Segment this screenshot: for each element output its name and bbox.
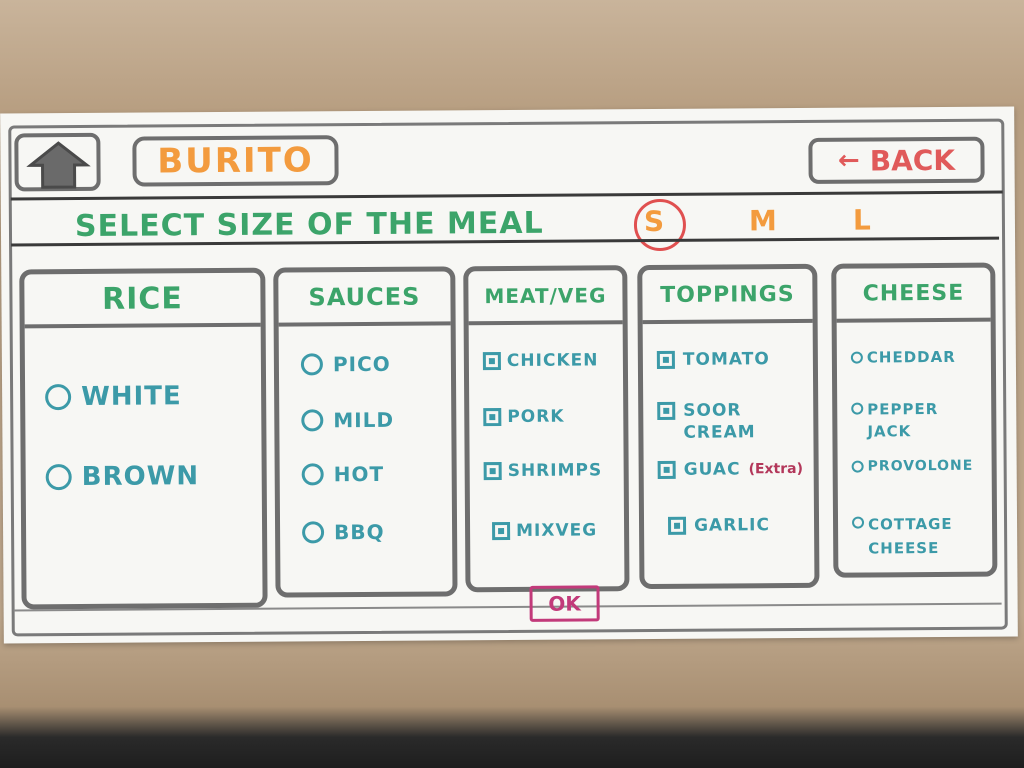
sauce-option-mild[interactable]: MILD bbox=[301, 408, 394, 433]
paper-prototype-board: BURITO ← BACK SELECT SIZE OF THE MEAL S … bbox=[0, 106, 1018, 644]
cheese-option-cheddar[interactable]: CHEDDAR bbox=[850, 347, 956, 367]
size-prompt: SELECT SIZE OF THE MEAL bbox=[74, 205, 544, 245]
meat-option-chicken[interactable]: CHICKEN bbox=[482, 350, 599, 372]
meat-option-mixveg[interactable]: MIXVEG bbox=[492, 520, 597, 541]
panel-rice: RICE WHITE BROWN bbox=[19, 267, 268, 610]
radio-button[interactable] bbox=[851, 460, 864, 473]
sauce-option-label: PICO bbox=[332, 351, 391, 377]
radio-button[interactable] bbox=[45, 464, 72, 491]
sauce-option-pico[interactable]: PICO bbox=[300, 351, 391, 377]
sauce-option-label: MILD bbox=[333, 407, 395, 433]
topping-option-label: TOMATO bbox=[682, 349, 770, 370]
topping-option-label: GUAC bbox=[683, 459, 741, 480]
radio-button[interactable] bbox=[851, 402, 864, 415]
rice-option-label: BROWN bbox=[81, 461, 200, 492]
radio-button[interactable] bbox=[301, 409, 324, 432]
checkbox[interactable] bbox=[483, 462, 502, 481]
cheese-option-pepper-jack[interactable]: PEPPER JACK bbox=[851, 398, 961, 443]
ok-button[interactable]: OK bbox=[529, 585, 600, 622]
checkbox[interactable] bbox=[667, 516, 687, 535]
size-option-s[interactable]: S bbox=[644, 205, 664, 238]
radio-button[interactable] bbox=[302, 521, 325, 544]
checkbox[interactable] bbox=[492, 521, 511, 541]
cheese-option-label: COTTAGE CHEESE bbox=[867, 514, 953, 558]
back-button-label: BACK bbox=[869, 143, 956, 177]
checkbox[interactable] bbox=[657, 460, 676, 479]
extra-charge-note: (Extra) bbox=[748, 460, 804, 478]
home-icon bbox=[26, 141, 91, 189]
sauce-option-hot[interactable]: HOT bbox=[301, 461, 385, 487]
topping-option-label: SOOR CREAM bbox=[683, 400, 756, 443]
meat-option-pork[interactable]: PORK bbox=[483, 406, 565, 428]
radio-button[interactable] bbox=[850, 351, 863, 364]
panel-toppings-title: TOPPINGS bbox=[642, 268, 813, 325]
sauce-option-label: HOT bbox=[333, 461, 385, 487]
ok-button-label: OK bbox=[548, 591, 581, 616]
home-button[interactable] bbox=[14, 132, 101, 192]
meat-option-label: MIXVEG bbox=[516, 520, 598, 541]
checkbox[interactable] bbox=[482, 352, 501, 371]
topping-option-tomato[interactable]: TOMATO bbox=[656, 349, 770, 370]
meat-option-shrimps[interactable]: SHRIMPS bbox=[483, 460, 603, 482]
meat-option-label: PORK bbox=[507, 406, 565, 428]
panel-toppings: TOPPINGS TOMATO SOOR CREAM GUAC (Extra) … bbox=[637, 263, 820, 590]
panel-meat-veg: MEAT/VEG CHICKEN PORK SHRIMPS MIXVEG bbox=[463, 265, 630, 593]
checkbox[interactable] bbox=[656, 350, 675, 369]
page-title: BURITO bbox=[157, 140, 314, 182]
meat-option-label: CHICKEN bbox=[506, 350, 599, 372]
topping-option-soor-cream[interactable]: SOOR CREAM bbox=[657, 399, 777, 444]
topping-option-label: GARLIC bbox=[693, 515, 770, 536]
size-option-m[interactable]: M bbox=[749, 204, 777, 237]
back-button[interactable]: ← BACK bbox=[808, 136, 985, 184]
page-title-box: BURITO bbox=[132, 135, 339, 187]
rice-option-label: WHITE bbox=[81, 381, 182, 412]
rice-option-brown[interactable]: BROWN bbox=[45, 461, 200, 492]
cheese-option-cottage-cheese[interactable]: COTTAGE CHEESE bbox=[851, 512, 982, 561]
topping-option-garlic[interactable]: GARLIC bbox=[667, 515, 770, 536]
radio-button[interactable] bbox=[300, 353, 323, 376]
radio-button[interactable] bbox=[45, 384, 72, 411]
panel-rice-title: RICE bbox=[24, 272, 261, 329]
cheese-option-provolone[interactable]: PROVOLONE bbox=[851, 457, 974, 475]
rice-option-white[interactable]: WHITE bbox=[45, 381, 182, 412]
sauce-option-bbq[interactable]: BBQ bbox=[302, 520, 385, 545]
cheese-option-label: PROVOLONE bbox=[867, 457, 974, 475]
sauce-option-label: BBQ bbox=[334, 519, 385, 545]
meat-option-label: SHRIMPS bbox=[507, 460, 603, 482]
cheese-option-label: PEPPER JACK bbox=[867, 400, 939, 441]
cheese-option-label: CHEDDAR bbox=[866, 347, 956, 367]
radio-button[interactable] bbox=[851, 516, 865, 529]
size-option-l[interactable]: L bbox=[853, 203, 871, 236]
panel-sauces-title: SAUCES bbox=[278, 271, 451, 327]
panel-cheese-title: CHEESE bbox=[836, 267, 991, 323]
topping-option-guac[interactable]: GUAC (Extra) bbox=[657, 459, 804, 480]
radio-button[interactable] bbox=[301, 463, 324, 486]
panel-meat-veg-title: MEAT/VEG bbox=[468, 270, 623, 326]
panel-sauces: SAUCES PICO MILD HOT BBQ bbox=[273, 266, 458, 598]
back-arrow-icon: ← bbox=[837, 145, 860, 176]
checkbox[interactable] bbox=[483, 408, 502, 427]
checkbox[interactable] bbox=[657, 401, 676, 420]
panel-cheese: CHEESE CHEDDAR PEPPER JACK PROVOLONE COT… bbox=[831, 262, 998, 578]
